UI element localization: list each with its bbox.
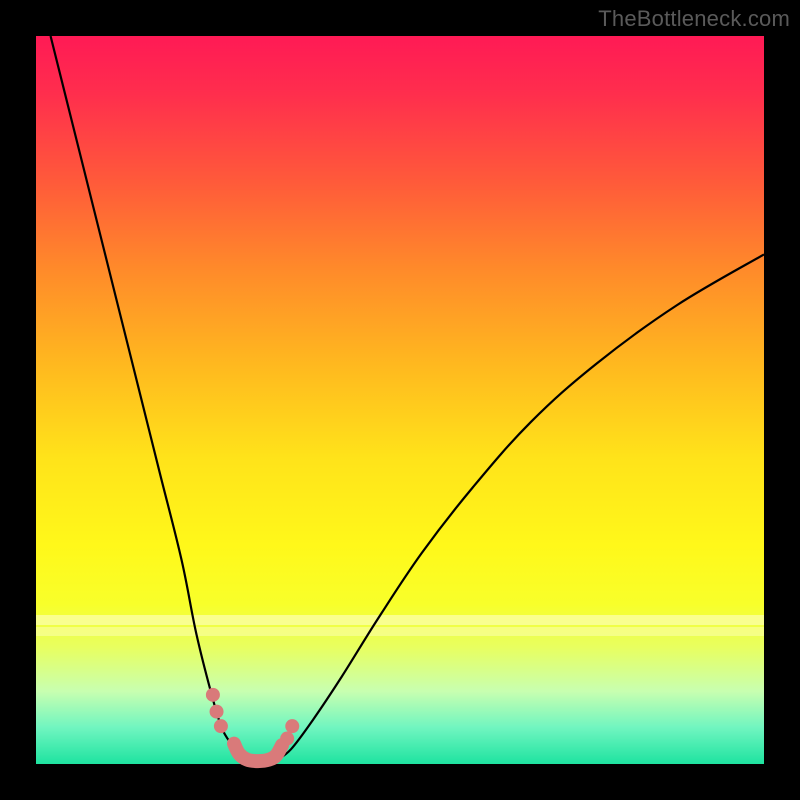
watermark-label: TheBottleneck.com xyxy=(598,6,790,32)
marker-dot xyxy=(285,719,299,733)
marker-dot xyxy=(280,732,294,746)
left-curve xyxy=(51,36,248,760)
bottom-worm xyxy=(234,744,282,761)
marker-dot xyxy=(210,705,224,719)
marker-dot xyxy=(214,719,228,733)
left-dots-group xyxy=(206,688,228,733)
chart-frame: TheBottleneck.com xyxy=(0,0,800,800)
plot-area xyxy=(36,36,764,764)
right-curve xyxy=(276,254,764,760)
marker-dot xyxy=(206,688,220,702)
curves-svg xyxy=(36,36,764,764)
